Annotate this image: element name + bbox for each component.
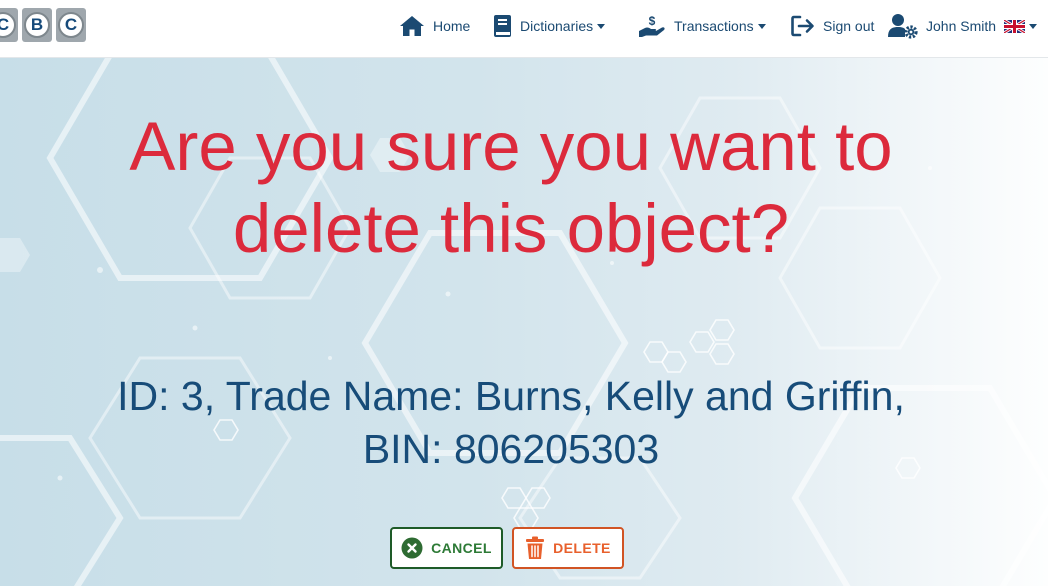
- logo-letter: B: [24, 12, 50, 38]
- home-icon: [400, 16, 424, 36]
- cancel-button[interactable]: CANCEL: [390, 527, 503, 569]
- logo-letter: C: [0, 12, 16, 38]
- hand-holding-dollar-icon: $: [639, 14, 665, 37]
- chevron-down-icon: [757, 23, 766, 29]
- chevron-down-icon: [597, 23, 606, 29]
- nav-user[interactable]: John Smith: [888, 0, 1038, 52]
- delete-confirmation-panel: Are you sure you want to delete this obj…: [0, 58, 1048, 586]
- object-details: ID: 3, Trade Name: Burns, Kelly and Grif…: [0, 370, 1022, 476]
- logo[interactable]: C B C: [0, 8, 90, 42]
- delete-button-label: DELETE: [553, 540, 611, 556]
- object-details-line1: ID: 3, Trade Name: Burns, Kelly and Grif…: [117, 373, 905, 419]
- sign-out-icon: [791, 15, 814, 37]
- nav-transactions-label: Transactions: [674, 18, 754, 34]
- logo-letter: C: [58, 12, 84, 38]
- object-details-line2: BIN: 806205303: [362, 426, 660, 472]
- trash-icon: [525, 536, 545, 560]
- logo-tile: B: [22, 8, 52, 42]
- nav-dictionaries-label: Dictionaries: [520, 18, 594, 34]
- delete-question: Are you sure you want to delete this obj…: [0, 106, 1022, 270]
- nav-sign-out-label: Sign out: [823, 18, 875, 34]
- close-circle-icon: [401, 537, 423, 559]
- svg-text:$: $: [649, 14, 656, 28]
- confirm-actions: CANCEL DELETE: [390, 527, 624, 569]
- logo-tile: C: [56, 8, 86, 42]
- chevron-down-icon: [1029, 23, 1038, 29]
- book-icon: [494, 15, 511, 37]
- delete-question-line2: delete this object?: [232, 190, 790, 267]
- nav-user-label: John Smith: [926, 18, 997, 34]
- nav-sign-out[interactable]: Sign out: [791, 0, 874, 52]
- nav-home[interactable]: Home: [399, 0, 470, 52]
- nav-transactions[interactable]: $ Transactions: [638, 0, 766, 52]
- delete-question-line1: Are you sure you want to: [129, 108, 893, 185]
- nav-home-label: Home: [433, 18, 471, 34]
- user-gear-icon: [888, 14, 918, 39]
- cancel-button-label: CANCEL: [431, 540, 492, 556]
- nav-dictionaries[interactable]: Dictionaries: [493, 0, 606, 52]
- delete-button[interactable]: DELETE: [512, 527, 624, 569]
- uk-flag-icon: [1004, 19, 1026, 33]
- logo-tile: C: [0, 8, 18, 42]
- navbar: C B C Home Dictionaries $ Transactions S…: [0, 0, 1048, 58]
